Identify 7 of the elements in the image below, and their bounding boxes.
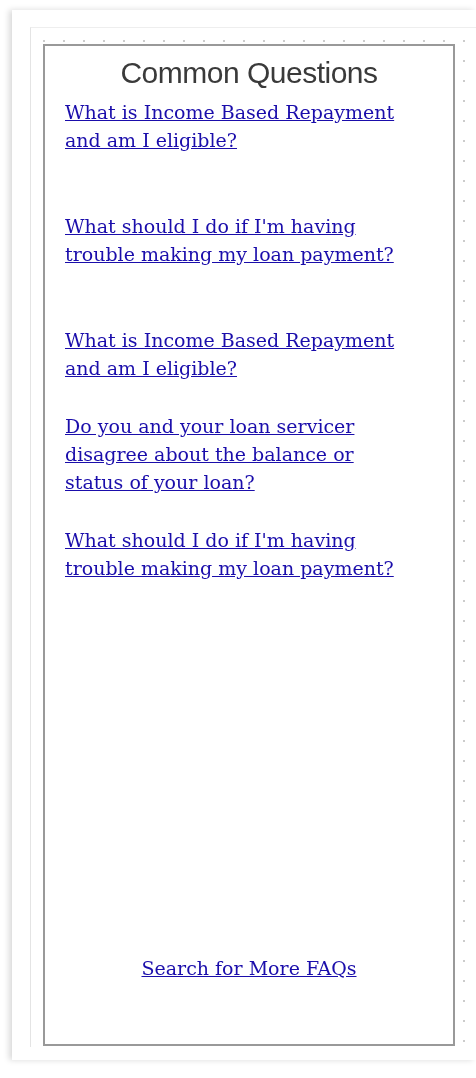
question-link[interactable]: What is Income Based Repayment and am I eligible? xyxy=(65,326,395,382)
question-link[interactable]: What is Income Based Repayment and am I eligible? xyxy=(65,98,395,154)
question-link[interactable]: What should I do if I'm having trouble making my loan payment? xyxy=(65,212,395,268)
more-faqs-link[interactable]: Search for More FAQs xyxy=(141,954,357,982)
question-link[interactable]: What should I do if I'm having trouble making my loan payment? xyxy=(65,526,395,582)
panel-title: Common Questions xyxy=(119,56,379,90)
question-link[interactable]: Do you and your loan servicer disagree about the balance or status of your loan? xyxy=(65,412,395,496)
